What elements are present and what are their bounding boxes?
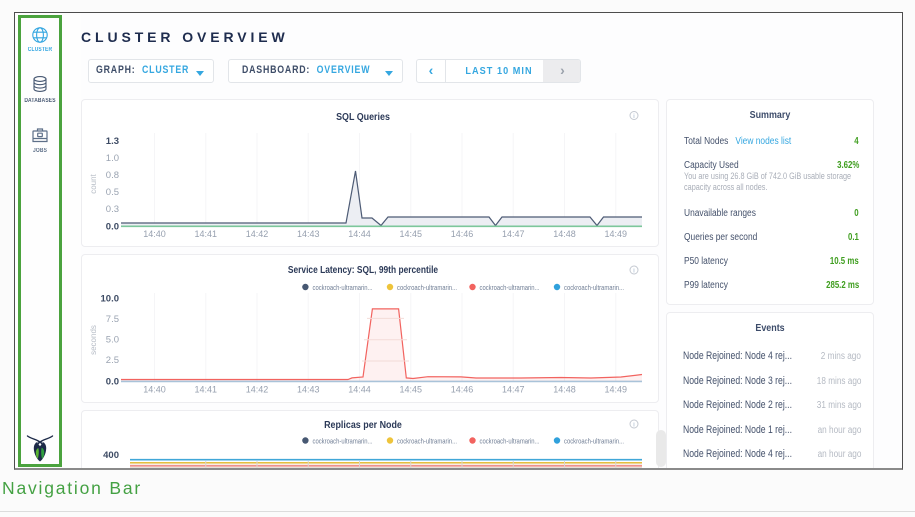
svg-text:14:42: 14:42: [246, 385, 269, 395]
svg-text:i: i: [633, 422, 634, 429]
svg-text:14:41: 14:41: [194, 385, 217, 395]
svg-text:1.3: 1.3: [106, 136, 119, 147]
svg-text:cockroach-ultramarin...: cockroach-ultramarin...: [313, 283, 373, 292]
svg-text:14:40: 14:40: [143, 385, 166, 395]
svg-text:cockroach-ultramarin...: cockroach-ultramarin...: [564, 437, 624, 446]
svg-text:cockroach-ultramarin...: cockroach-ultramarin...: [397, 283, 457, 292]
svg-text:count: count: [89, 173, 98, 193]
svg-text:5.0: 5.0: [106, 335, 119, 346]
svg-text:i: i: [633, 268, 634, 275]
svg-text:14:44: 14:44: [348, 229, 371, 239]
svg-text:14:41: 14:41: [194, 229, 217, 239]
svg-text:cockroach-ultramarin...: cockroach-ultramarin...: [397, 437, 457, 446]
svg-text:1.0: 1.0: [106, 153, 119, 164]
svg-text:cockroach-ultramarin...: cockroach-ultramarin...: [480, 437, 540, 446]
svg-text:14:48: 14:48: [553, 229, 576, 239]
svg-text:cockroach-ultramarin...: cockroach-ultramarin...: [313, 437, 373, 446]
svg-text:7.5: 7.5: [106, 314, 119, 325]
svg-text:Service Latency: SQL, 99th per: Service Latency: SQL, 99th percentile: [288, 264, 438, 276]
svg-text:0.0: 0.0: [106, 376, 119, 387]
svg-text:14:44: 14:44: [348, 385, 371, 395]
svg-text:14:46: 14:46: [451, 385, 474, 395]
svg-text:0.0: 0.0: [106, 221, 119, 232]
svg-text:0.8: 0.8: [106, 170, 119, 181]
svg-text:14:42: 14:42: [246, 229, 269, 239]
svg-text:14:49: 14:49: [604, 385, 627, 395]
svg-text:0.5: 0.5: [106, 187, 119, 198]
svg-text:14:49: 14:49: [604, 229, 627, 239]
svg-text:cockroach-ultramarin...: cockroach-ultramarin...: [564, 283, 624, 292]
svg-text:14:43: 14:43: [297, 229, 320, 239]
svg-text:seconds: seconds: [89, 325, 98, 355]
svg-text:SQL Queries: SQL Queries: [336, 111, 390, 123]
svg-text:i: i: [633, 113, 634, 120]
svg-text:14:46: 14:46: [451, 229, 474, 239]
svg-text:14:48: 14:48: [553, 385, 576, 395]
svg-text:0.3: 0.3: [106, 204, 119, 215]
svg-text:14:43: 14:43: [297, 385, 320, 395]
svg-text:Replicas per Node: Replicas per Node: [324, 419, 402, 431]
svg-text:2.5: 2.5: [106, 355, 119, 366]
svg-text:14:47: 14:47: [502, 385, 525, 395]
svg-text:14:40: 14:40: [143, 229, 166, 239]
svg-text:10.0: 10.0: [101, 293, 120, 304]
svg-text:14:45: 14:45: [399, 385, 422, 395]
svg-text:14:47: 14:47: [502, 229, 525, 239]
svg-text:cockroach-ultramarin...: cockroach-ultramarin...: [480, 283, 540, 292]
svg-text:14:45: 14:45: [399, 229, 422, 239]
svg-text:400: 400: [103, 450, 119, 461]
